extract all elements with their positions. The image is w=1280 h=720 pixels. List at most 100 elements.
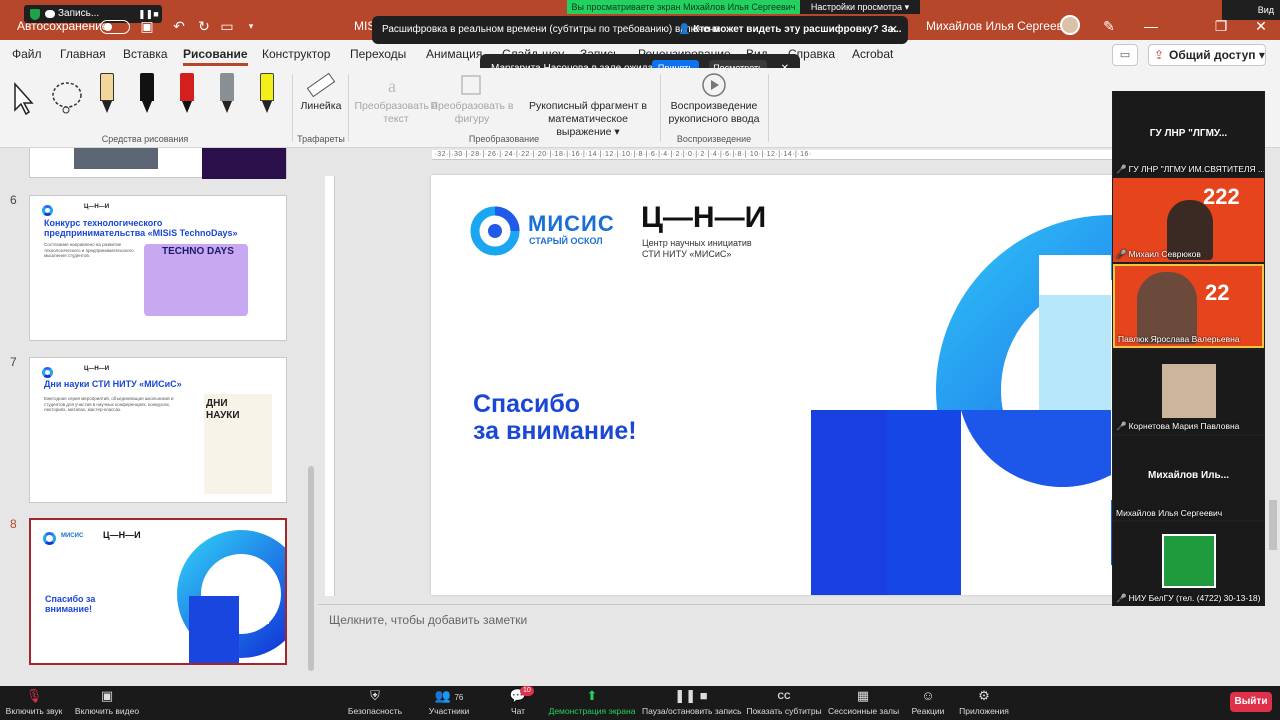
slide-number: 6 [10, 193, 17, 207]
reactions-button[interactable]: ☺ Реакции [908, 686, 948, 720]
participant-name: 🎤 НИУ БелГУ (тел. (4722) 30-13-18) [1116, 593, 1261, 604]
slide-thumbnail-7[interactable]: Ц—Н—И Дни науки СТИ НИТУ «МИСиС» Ежегодн… [29, 357, 287, 503]
participant-name: Михайлов Иль... [1147, 470, 1230, 481]
tab-design[interactable]: Конструктор [262, 40, 330, 68]
slide-thumbnail-6[interactable]: Ц—Н—И Конкурс технологического предприни… [29, 195, 287, 341]
participant-name: 🎤 Михаил Севрюков [1116, 249, 1201, 260]
participant-name: Павлюк Ярослава Валерьевна [1118, 334, 1240, 344]
pause-recording-label: Пауза/остановить запись [642, 706, 742, 716]
participant-tile[interactable]: 🎤 ГУ ЛНР "ЛГМУ ИМ.СВЯТИТЕЛЯ ... [1113, 163, 1264, 177]
background-graphic: 222 [1203, 184, 1240, 209]
tab-insert[interactable]: Вставка [123, 40, 168, 68]
autosave-toggle[interactable] [100, 20, 130, 34]
slide-body: Состязание направлено на развитие технол… [44, 242, 134, 258]
pencil-gray-icon[interactable] [220, 73, 234, 115]
participant-label: Михаил Севрюков [1128, 249, 1201, 259]
tab-home[interactable]: Главная [60, 40, 106, 68]
participant-tile[interactable]: 🎤 Корнетова Мария Павловна [1113, 350, 1264, 434]
separator [348, 74, 349, 142]
scroll-thumb[interactable] [308, 466, 314, 671]
participant-tile[interactable]: 🎤 НИУ БелГУ (тел. (4722) 30-13-18) [1113, 522, 1264, 606]
slide-number: 7 [10, 355, 17, 369]
apps-button[interactable]: ⚙ Приложения [956, 686, 1012, 720]
share-button[interactable]: Общий доступ ▾ [1148, 44, 1266, 66]
notes-pane[interactable]: Щелкните, чтобы добавить заметки [318, 604, 1112, 686]
horizontal-ruler: ·32·|·30·|·28·|·26·|·24·|·22·|·20·|·18·|… [432, 150, 1112, 160]
tab-transitions[interactable]: Переходы [350, 40, 406, 68]
ink-replay-button[interactable]: Воспроизведение рукописного ввода [664, 100, 764, 126]
chat-button[interactable]: 💬 10 Чат [502, 686, 534, 720]
start-video-button[interactable]: ▣ Включить видео [72, 686, 142, 720]
participants-button[interactable]: 👥 76 Участники [422, 686, 476, 720]
breakout-rooms-button[interactable]: ▦ Сессионные залы [828, 686, 900, 720]
pause-recording-button[interactable]: ❚❚ ■ Пауза/остановить запись [642, 686, 742, 720]
participant-tile[interactable]: Михайлов Иль... Михайлов Илья Сергеевич [1113, 436, 1264, 520]
caption-visibility-link[interactable]: 👤 Кто может видеть эту расшифровку? За..… [678, 16, 902, 44]
scroll-thumb[interactable] [1269, 500, 1277, 550]
view-label: Вид [1257, 5, 1274, 15]
participants-label: Участники [428, 706, 470, 716]
leave-button[interactable]: Выйти [1230, 692, 1272, 712]
participants-icon: 👥 76 [434, 688, 464, 703]
misis-logo-icon [42, 367, 53, 378]
ink-to-math-label: Рукописный фрагмент в математическое выр… [528, 100, 648, 138]
ink-to-text-icon: a [388, 76, 396, 96]
pen-red-icon[interactable] [180, 73, 194, 115]
slide-thanks: Спасибо за внимание! [45, 594, 96, 614]
participant-tile[interactable]: 222 🎤 Михаил Севрюков [1113, 178, 1264, 262]
security-button[interactable]: ⛨ Безопасность [344, 686, 406, 720]
misis-logo-text: МИСИС [528, 211, 615, 236]
group-label-replay: Воспроизведение [676, 134, 752, 144]
comments-button[interactable]: ▭ [1112, 44, 1138, 66]
slide-thumbnail-5[interactable] [29, 148, 287, 179]
participant-name: ГУ ЛНР "ЛГМУ... [1149, 128, 1228, 139]
user-avatar[interactable] [1060, 15, 1080, 35]
separator [660, 74, 661, 142]
misis-logo-icon [470, 206, 520, 256]
misis-logo-icon [42, 205, 53, 216]
slide-title: Дни науки СТИ НИТУ «МИСиС» [44, 379, 182, 389]
unmute-label: Включить звук [5, 706, 63, 716]
close-icon[interactable]: ✕ [889, 16, 898, 44]
share-screen-button[interactable]: ⬆ Демонстрация экрана [548, 686, 636, 720]
current-slide[interactable]: МИСИС СТАРЫЙ ОСКОЛ Ц—Н—И Центр научных и… [431, 175, 1112, 595]
ring-graphic [177, 530, 285, 663]
participant-tile-active[interactable]: 22 Павлюк Ярослава Валерьевна [1113, 264, 1264, 348]
separator [768, 74, 769, 142]
ink-to-text-button[interactable]: Преобразовать в текст [354, 100, 438, 126]
live-transcript-banner: Расшифровка в реальном времени (субтитры… [372, 16, 908, 44]
view-button[interactable]: Вид [1222, 0, 1280, 20]
editor-scrollbar[interactable] [1266, 148, 1280, 588]
shield-icon: ⛨ [370, 688, 380, 703]
cni-mini: Ц—Н—И [84, 366, 110, 372]
zoom-toolbar: 🎙 Включить звук ▣ Включить видео ⛨ Безоп… [0, 686, 1280, 720]
breakout-rooms-label: Сессионные залы [828, 706, 900, 716]
ruler-icon[interactable] [306, 72, 336, 100]
select-arrow-icon[interactable] [12, 82, 38, 116]
tab-draw[interactable]: Рисование [183, 40, 248, 68]
highlighter-yellow-icon[interactable] [260, 73, 274, 115]
ruler-button[interactable]: Линейка [296, 100, 346, 113]
lasso-icon[interactable] [50, 80, 86, 116]
unmute-button[interactable]: 🎙 Включить звук [2, 686, 66, 720]
participant-name: 🎤 ГУ ЛНР "ЛГМУ ИМ.СВЯТИТЕЛЯ ... [1116, 164, 1264, 175]
captions-button[interactable]: CC Показать субтитры [746, 686, 822, 720]
slide-thumbnail-8[interactable]: МИСИС Ц—Н—И Спасибо за внимание! [29, 518, 287, 665]
panel-scrollbar[interactable] [305, 148, 317, 686]
participant-label: Корнетова Мария Павловна [1128, 421, 1240, 431]
ink-replay-icon [702, 73, 726, 97]
ink-to-shape-icon [461, 75, 481, 95]
ink-to-shape-button[interactable]: Преобразовать в фигуру [430, 100, 514, 126]
tab-animation[interactable]: Анимация [426, 40, 482, 68]
share-screen-label: Демонстрация экрана [548, 706, 636, 716]
tab-file[interactable]: Файл [12, 40, 42, 68]
view-options-button[interactable]: Настройки просмотра ▾ [800, 0, 920, 14]
tab-acrobat[interactable]: Acrobat [852, 40, 893, 68]
participant-label: НИУ БелГУ (тел. (4722) 30-13-18) [1128, 593, 1261, 603]
misis-logo-icon [43, 532, 56, 545]
group-label-convert: Преобразование [468, 134, 540, 144]
pen-black-icon[interactable] [140, 73, 154, 115]
highlighter-beige-icon[interactable] [100, 73, 114, 115]
view-options-label: Настройки просмотра [810, 2, 903, 12]
apps-label: Приложения [959, 706, 1009, 716]
